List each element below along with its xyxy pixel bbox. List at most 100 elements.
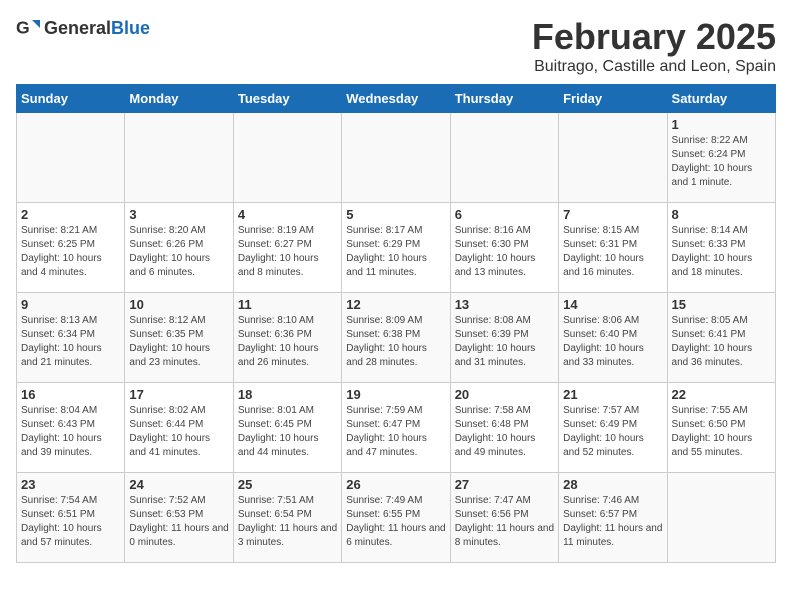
day-number: 8 (672, 207, 771, 222)
day-info: Sunrise: 7:46 AM Sunset: 6:57 PM Dayligh… (563, 494, 662, 550)
calendar-cell: 24 Sunrise: 7:52 AM Sunset: 6:53 PM Dayli… (125, 473, 233, 563)
calendar-cell: 2Sunrise: 8:21 AM Sunset: 6:25 PM Daylig… (17, 203, 125, 293)
calendar-cell: 15 Sunrise: 8:05 AM Sunset: 6:41 PM Dayli… (667, 293, 775, 383)
day-info: Sunrise: 8:02 AM Sunset: 6:44 PM Dayligh… (129, 404, 228, 460)
week-row-3: 9Sunrise: 8:13 AM Sunset: 6:34 PM Daylig… (17, 293, 776, 383)
calendar-cell: 18Sunrise: 8:01 AM Sunset: 6:45 PM Dayli… (233, 383, 341, 473)
day-info: Sunrise: 7:51 AM Sunset: 6:54 PM Dayligh… (238, 494, 337, 550)
logo: G GeneralBlue (16, 16, 150, 40)
calendar-cell: 1 Sunrise: 8:22 AM Sunset: 6:24 PM Daylig… (667, 113, 775, 203)
day-number: 19 (346, 387, 445, 402)
day-number: 15 (672, 297, 771, 312)
calendar-cell: 3 Sunrise: 8:20 AM Sunset: 6:26 PM Daylig… (125, 203, 233, 293)
weekday-header-sunday: Sunday (17, 85, 125, 113)
calendar-cell: 23Sunrise: 7:54 AM Sunset: 6:51 PM Dayli… (17, 473, 125, 563)
day-info: Sunrise: 8:08 AM Sunset: 6:39 PM Dayligh… (455, 314, 554, 370)
day-info: Sunrise: 8:05 AM Sunset: 6:41 PM Dayligh… (672, 314, 771, 370)
calendar-cell: 25 Sunrise: 7:51 AM Sunset: 6:54 PM Dayli… (233, 473, 341, 563)
day-number: 12 (346, 297, 445, 312)
day-info: Sunrise: 7:49 AM Sunset: 6:55 PM Dayligh… (346, 494, 445, 550)
calendar-cell (125, 113, 233, 203)
day-info: Sunrise: 8:17 AM Sunset: 6:29 PM Dayligh… (346, 224, 445, 280)
weekday-header-monday: Monday (125, 85, 233, 113)
weekday-header-friday: Friday (559, 85, 667, 113)
day-info: Sunrise: 8:12 AM Sunset: 6:35 PM Dayligh… (129, 314, 228, 370)
day-info: Sunrise: 7:57 AM Sunset: 6:49 PM Dayligh… (563, 404, 662, 460)
day-number: 7 (563, 207, 662, 222)
weekday-header-thursday: Thursday (450, 85, 558, 113)
calendar-cell: 4 Sunrise: 8:19 AM Sunset: 6:27 PM Daylig… (233, 203, 341, 293)
calendar-cell: 22 Sunrise: 7:55 AM Sunset: 6:50 PM Dayli… (667, 383, 775, 473)
calendar-cell (667, 473, 775, 563)
weekday-header-wednesday: Wednesday (342, 85, 450, 113)
week-row-2: 2Sunrise: 8:21 AM Sunset: 6:25 PM Daylig… (17, 203, 776, 293)
calendar-cell: 14 Sunrise: 8:06 AM Sunset: 6:40 PM Dayli… (559, 293, 667, 383)
calendar-cell: 6 Sunrise: 8:16 AM Sunset: 6:30 PM Daylig… (450, 203, 558, 293)
day-info: Sunrise: 7:55 AM Sunset: 6:50 PM Dayligh… (672, 404, 771, 460)
day-number: 11 (238, 297, 337, 312)
logo-general-text: General (44, 18, 111, 38)
day-number: 27 (455, 477, 554, 492)
calendar-cell: 5Sunrise: 8:17 AM Sunset: 6:29 PM Daylig… (342, 203, 450, 293)
day-info: Sunrise: 7:52 AM Sunset: 6:53 PM Dayligh… (129, 494, 228, 550)
calendar-cell (233, 113, 341, 203)
day-info: Sunrise: 8:21 AM Sunset: 6:25 PM Dayligh… (21, 224, 120, 280)
day-number: 3 (129, 207, 228, 222)
calendar-table: SundayMondayTuesdayWednesdayThursdayFrid… (16, 84, 776, 563)
day-number: 16 (21, 387, 120, 402)
calendar-cell: 26Sunrise: 7:49 AM Sunset: 6:55 PM Dayli… (342, 473, 450, 563)
weekday-header-tuesday: Tuesday (233, 85, 341, 113)
day-number: 24 (129, 477, 228, 492)
day-info: Sunrise: 8:19 AM Sunset: 6:27 PM Dayligh… (238, 224, 337, 280)
day-info: Sunrise: 7:59 AM Sunset: 6:47 PM Dayligh… (346, 404, 445, 460)
calendar-cell: 20 Sunrise: 7:58 AM Sunset: 6:48 PM Dayli… (450, 383, 558, 473)
weekday-header-row: SundayMondayTuesdayWednesdayThursdayFrid… (17, 85, 776, 113)
calendar-cell (450, 113, 558, 203)
logo-blue-text: Blue (111, 18, 150, 38)
logo-icon: G (16, 16, 40, 40)
day-number: 21 (563, 387, 662, 402)
day-number: 25 (238, 477, 337, 492)
week-row-5: 23Sunrise: 7:54 AM Sunset: 6:51 PM Dayli… (17, 473, 776, 563)
calendar-cell (17, 113, 125, 203)
calendar-cell (559, 113, 667, 203)
weekday-header-saturday: Saturday (667, 85, 775, 113)
calendar-cell: 27Sunrise: 7:47 AM Sunset: 6:56 PM Dayli… (450, 473, 558, 563)
header: G GeneralBlue February 2025 Buitrago, Ca… (16, 16, 776, 76)
day-info: Sunrise: 8:20 AM Sunset: 6:26 PM Dayligh… (129, 224, 228, 280)
day-number: 14 (563, 297, 662, 312)
day-number: 6 (455, 207, 554, 222)
calendar-cell: 21 Sunrise: 7:57 AM Sunset: 6:49 PM Dayli… (559, 383, 667, 473)
calendar-cell: 11 Sunrise: 8:10 AM Sunset: 6:36 PM Dayli… (233, 293, 341, 383)
day-info: Sunrise: 8:13 AM Sunset: 6:34 PM Dayligh… (21, 314, 120, 370)
calendar-cell: 28Sunrise: 7:46 AM Sunset: 6:57 PM Dayli… (559, 473, 667, 563)
svg-text:G: G (16, 18, 30, 38)
calendar-cell: 19 Sunrise: 7:59 AM Sunset: 6:47 PM Dayli… (342, 383, 450, 473)
day-info: Sunrise: 8:22 AM Sunset: 6:24 PM Dayligh… (672, 134, 771, 190)
day-info: Sunrise: 8:14 AM Sunset: 6:33 PM Dayligh… (672, 224, 771, 280)
day-number: 1 (672, 117, 771, 132)
week-row-1: 1 Sunrise: 8:22 AM Sunset: 6:24 PM Daylig… (17, 113, 776, 203)
day-number: 20 (455, 387, 554, 402)
day-info: Sunrise: 7:58 AM Sunset: 6:48 PM Dayligh… (455, 404, 554, 460)
calendar-cell: 10Sunrise: 8:12 AM Sunset: 6:35 PM Dayli… (125, 293, 233, 383)
day-number: 4 (238, 207, 337, 222)
week-row-4: 16 Sunrise: 8:04 AM Sunset: 6:43 PM Dayli… (17, 383, 776, 473)
calendar-cell: 16 Sunrise: 8:04 AM Sunset: 6:43 PM Dayli… (17, 383, 125, 473)
calendar-cell: 12Sunrise: 8:09 AM Sunset: 6:38 PM Dayli… (342, 293, 450, 383)
calendar-cell: 9Sunrise: 8:13 AM Sunset: 6:34 PM Daylig… (17, 293, 125, 383)
calendar-cell: 7Sunrise: 8:15 AM Sunset: 6:31 PM Daylig… (559, 203, 667, 293)
main-title: February 2025 (532, 16, 776, 58)
day-info: Sunrise: 7:54 AM Sunset: 6:51 PM Dayligh… (21, 494, 120, 550)
day-number: 22 (672, 387, 771, 402)
day-info: Sunrise: 8:06 AM Sunset: 6:40 PM Dayligh… (563, 314, 662, 370)
day-info: Sunrise: 8:16 AM Sunset: 6:30 PM Dayligh… (455, 224, 554, 280)
calendar-cell: 13 Sunrise: 8:08 AM Sunset: 6:39 PM Dayli… (450, 293, 558, 383)
calendar-cell (342, 113, 450, 203)
calendar-cell: 17 Sunrise: 8:02 AM Sunset: 6:44 PM Dayli… (125, 383, 233, 473)
day-number: 13 (455, 297, 554, 312)
calendar-cell: 8 Sunrise: 8:14 AM Sunset: 6:33 PM Daylig… (667, 203, 775, 293)
day-info: Sunrise: 8:04 AM Sunset: 6:43 PM Dayligh… (21, 404, 120, 460)
day-number: 17 (129, 387, 228, 402)
day-info: Sunrise: 8:10 AM Sunset: 6:36 PM Dayligh… (238, 314, 337, 370)
